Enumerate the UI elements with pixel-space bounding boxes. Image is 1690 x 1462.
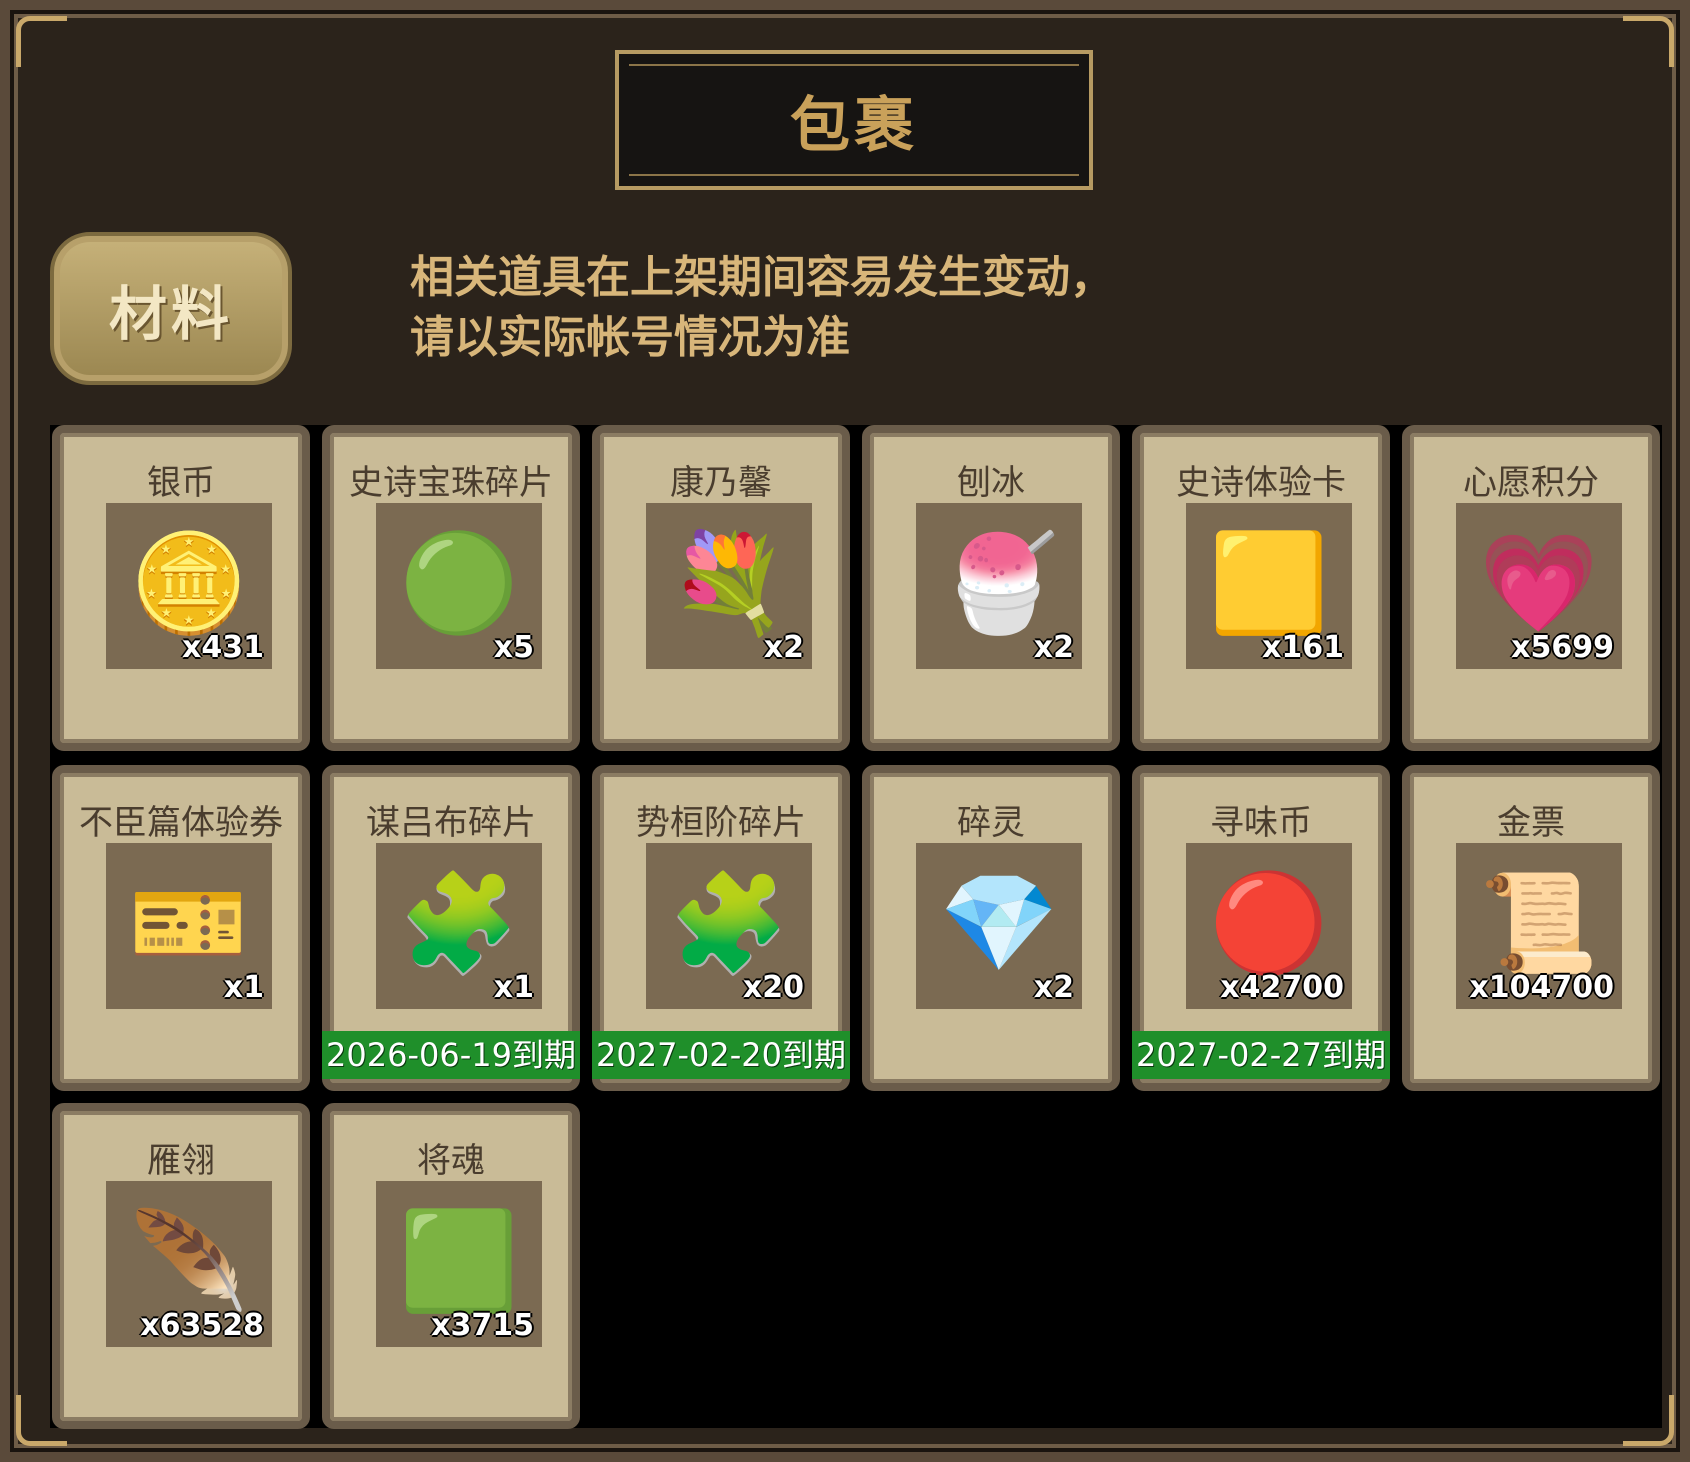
item-icon-frame: 📜 x104700 bbox=[1456, 843, 1622, 1009]
item-icon-frame: 🪙 x431 bbox=[106, 503, 272, 669]
tab-label: 材料 bbox=[108, 279, 233, 348]
item-card[interactable]: 势桓阶碎片 🧩 x20 2027-02-20到期 bbox=[592, 765, 850, 1091]
item-card[interactable]: 史诗体验卡 🟨 x161 bbox=[1132, 425, 1390, 751]
title-plate: 包裹 bbox=[615, 50, 1093, 190]
item-icon-frame: 🧩 x20 bbox=[646, 843, 812, 1009]
item-quantity: x1 bbox=[493, 970, 534, 1005]
gold-scroll-icon: 📜 bbox=[1479, 866, 1599, 979]
item-icon-frame: 🍧 x2 bbox=[916, 503, 1082, 669]
item-name: 史诗宝珠碎片 bbox=[349, 463, 553, 503]
item-quantity: x63528 bbox=[140, 1308, 264, 1343]
item-quantity: x431 bbox=[182, 630, 264, 665]
taste-coin-icon: 🔴 bbox=[1209, 866, 1329, 979]
item-name: 雁翎 bbox=[147, 1141, 215, 1181]
expire-date-banner: 2026-06-19到期 bbox=[322, 1031, 580, 1079]
item-icon-frame: 🧩 x1 bbox=[376, 843, 542, 1009]
item-icon-frame: 🟩 x3715 bbox=[376, 1181, 542, 1347]
green-soul-crystal-icon: 🟩 bbox=[399, 1204, 519, 1317]
notice-line-1: 相关道具在上架期间容易发生变动， bbox=[410, 252, 1114, 303]
item-icon-frame: 💎 x2 bbox=[916, 843, 1082, 1009]
item-quantity: x2 bbox=[1033, 630, 1074, 665]
item-quantity: x5699 bbox=[1511, 630, 1614, 665]
page-title: 包裹 bbox=[790, 90, 918, 161]
item-quantity: x20 bbox=[742, 970, 804, 1005]
item-quantity: x161 bbox=[1262, 630, 1344, 665]
item-card[interactable]: 碎灵 💎 x2 bbox=[862, 765, 1120, 1091]
item-card[interactable]: 金票 📜 x104700 bbox=[1402, 765, 1660, 1091]
item-name: 银币 bbox=[147, 463, 215, 503]
item-card[interactable]: 刨冰 🍧 x2 bbox=[862, 425, 1120, 751]
item-icon-frame: 🎫 x1 bbox=[106, 843, 272, 1009]
corner-ornament-icon bbox=[16, 16, 67, 67]
blue-crystal-icon: 💎 bbox=[939, 866, 1059, 979]
carnation-flower-icon: 💐 bbox=[669, 526, 789, 639]
item-quantity: x42700 bbox=[1220, 970, 1344, 1005]
notice-line-2: 请以实际帐号情况为准 bbox=[410, 312, 850, 363]
item-quantity: x104700 bbox=[1469, 970, 1614, 1005]
silver-coin-icon: 🪙 bbox=[129, 526, 249, 639]
item-card[interactable]: 心愿积分 💗 x5699 bbox=[1402, 425, 1660, 751]
item-quantity: x2 bbox=[763, 630, 804, 665]
notice-text: 相关道具在上架期间容易发生变动， 请以实际帐号情况为准 bbox=[410, 248, 1114, 368]
green-shard-icon: 🟢 bbox=[399, 526, 519, 639]
item-quantity: x2 bbox=[1033, 970, 1074, 1005]
item-quantity: x3715 bbox=[431, 1308, 534, 1343]
item-card[interactable]: 银币 🪙 x431 bbox=[52, 425, 310, 751]
corner-ornament-icon bbox=[1623, 16, 1674, 67]
item-name: 史诗体验卡 bbox=[1176, 463, 1346, 503]
item-card[interactable]: 康乃馨 💐 x2 bbox=[592, 425, 850, 751]
item-name: 将魂 bbox=[417, 1141, 485, 1181]
expire-date-banner: 2027-02-20到期 bbox=[592, 1031, 850, 1079]
item-name: 金票 bbox=[1497, 803, 1565, 843]
item-name: 寻味币 bbox=[1210, 803, 1312, 843]
item-icon-frame: 🔴 x42700 bbox=[1186, 843, 1352, 1009]
tab-materials[interactable]: 材料 bbox=[50, 232, 292, 385]
item-icon-frame: 💐 x2 bbox=[646, 503, 812, 669]
item-name: 谋吕布碎片 bbox=[366, 803, 536, 843]
item-icon-frame: 🪶 x63528 bbox=[106, 1181, 272, 1347]
item-quantity: x5 bbox=[493, 630, 534, 665]
voucher-ticket-icon: 🎫 bbox=[129, 866, 249, 979]
item-card[interactable]: 不臣篇体验券 🎫 x1 bbox=[52, 765, 310, 1091]
puzzle-piece-icon: 🧩 bbox=[669, 866, 789, 979]
inventory-window: 包裹 材料 相关道具在上架期间容易发生变动， 请以实际帐号情况为准 银币 🪙 x43… bbox=[0, 0, 1690, 1462]
item-card[interactable]: 寻味币 🔴 x42700 2027-02-27到期 bbox=[1132, 765, 1390, 1091]
item-icon-frame: 🟨 x161 bbox=[1186, 503, 1352, 669]
item-name: 碎灵 bbox=[957, 803, 1025, 843]
heart-coin-icon: 💗 bbox=[1479, 526, 1599, 639]
item-name: 心愿积分 bbox=[1463, 463, 1599, 503]
item-name: 康乃馨 bbox=[670, 463, 772, 503]
shaved-ice-icon: 🍧 bbox=[939, 526, 1059, 639]
feather-icon: 🪶 bbox=[129, 1204, 249, 1317]
item-card[interactable]: 雁翎 🪶 x63528 bbox=[52, 1103, 310, 1429]
item-name: 刨冰 bbox=[957, 463, 1025, 503]
item-name: 势桓阶碎片 bbox=[636, 803, 806, 843]
item-icon-frame: 💗 x5699 bbox=[1456, 503, 1622, 669]
puzzle-piece-icon: 🧩 bbox=[399, 866, 519, 979]
item-icon-frame: 🟢 x5 bbox=[376, 503, 542, 669]
item-card[interactable]: 将魂 🟩 x3715 bbox=[322, 1103, 580, 1429]
item-name: 不臣篇体验券 bbox=[79, 803, 283, 843]
item-card[interactable]: 谋吕布碎片 🧩 x1 2026-06-19到期 bbox=[322, 765, 580, 1091]
item-card[interactable]: 史诗宝珠碎片 🟢 x5 bbox=[322, 425, 580, 751]
item-quantity: x1 bbox=[223, 970, 264, 1005]
expire-date-banner: 2027-02-27到期 bbox=[1132, 1031, 1390, 1079]
gold-card-icon: 🟨 bbox=[1209, 526, 1329, 639]
